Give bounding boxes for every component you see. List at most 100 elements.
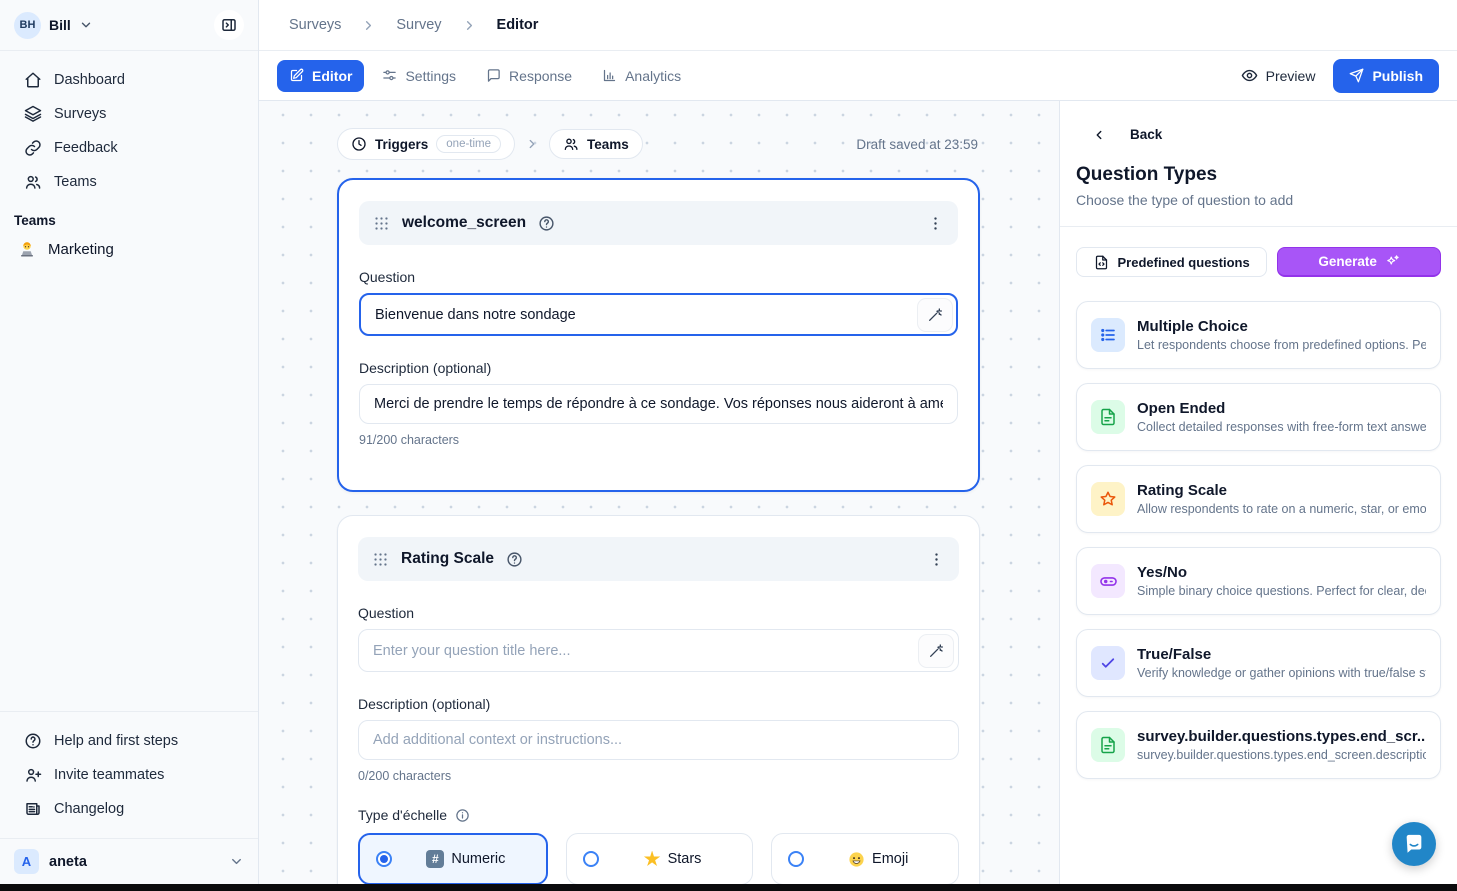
tab-label: Analytics (625, 68, 681, 84)
info-icon[interactable] (455, 808, 470, 823)
publish-button[interactable]: Publish (1333, 59, 1439, 93)
breadcrumb-survey[interactable]: Survey (396, 17, 441, 33)
char-count: 91/200 characters (359, 433, 958, 447)
account-avatar: A (14, 849, 39, 874)
list-icon (1091, 318, 1125, 352)
scale-option-label: Stars (668, 851, 702, 867)
scale-option-emoji[interactable]: Emoji (771, 833, 959, 884)
layers-icon (24, 105, 42, 123)
scale-option-label: Numeric (451, 851, 505, 867)
message-icon (486, 68, 501, 83)
sidebar-item-changelog[interactable]: Changelog (10, 792, 248, 826)
scale-option-numeric[interactable]: # Numeric (358, 833, 548, 884)
drag-handle-icon[interactable] (373, 215, 390, 232)
radio-unselected[interactable] (583, 851, 599, 867)
type-name: Rating Scale (1137, 482, 1426, 499)
file-text-icon (1091, 728, 1125, 762)
question-label: Question (358, 605, 959, 621)
question-type-true-false[interactable]: True/False Verify knowledge or gather op… (1076, 629, 1441, 697)
scale-option-stars[interactable]: Stars (566, 833, 754, 884)
window-bottom-edge (0, 884, 1457, 891)
sidebar-item-dashboard[interactable]: Dashboard (10, 63, 248, 97)
drag-handle-icon[interactable] (372, 551, 389, 568)
tab-label: Response (509, 68, 572, 84)
sidebar-item-label: Changelog (54, 801, 124, 817)
account-switcher[interactable]: A aneta (0, 838, 258, 884)
question-card-header[interactable]: Rating Scale (358, 537, 959, 581)
triggers-chip[interactable]: Triggers one-time (337, 128, 515, 160)
magic-wand-button[interactable] (918, 634, 954, 668)
editor-toolbar: Editor Settings Response Analytics (259, 51, 1457, 101)
chevron-right-icon (525, 137, 539, 151)
radio-unselected[interactable] (788, 851, 804, 867)
card-menu-button[interactable] (928, 551, 945, 568)
smiley-emoji (848, 851, 865, 868)
radio-selected[interactable] (376, 851, 392, 867)
description-label: Description (optional) (359, 360, 958, 376)
predefined-questions-button[interactable]: Predefined questions (1076, 247, 1267, 277)
sliders-icon (382, 68, 397, 83)
type-description: Verify knowledge or gather opinions with… (1137, 666, 1426, 680)
breadcrumb-editor[interactable]: Editor (497, 17, 539, 33)
check-icon (1091, 646, 1125, 680)
tab-response[interactable]: Response (474, 60, 584, 92)
generate-button[interactable]: Generate (1277, 247, 1441, 277)
chevron-down-icon (79, 18, 93, 32)
question-card-title: welcome_screen (402, 214, 526, 232)
type-description: Collect detailed responses with free-for… (1137, 420, 1426, 434)
sidebar-item-surveys[interactable]: Surveys (10, 97, 248, 131)
scale-type-label-text: Type d'échelle (358, 807, 447, 823)
question-card-header[interactable]: welcome_screen (359, 201, 958, 245)
question-description-input[interactable] (359, 384, 958, 424)
users-icon (563, 136, 579, 152)
workspace-name: Bill (49, 17, 71, 33)
tab-analytics[interactable]: Analytics (590, 60, 693, 92)
question-type-yes-no[interactable]: Yes/No Simple binary choice questions. P… (1076, 547, 1441, 615)
type-name: True/False (1137, 646, 1426, 663)
sidebar-item-teams[interactable]: Teams (10, 165, 248, 199)
sidebar-toggle-button[interactable] (214, 10, 244, 40)
scale-type-options: # Numeric Stars (358, 833, 959, 884)
sidebar-item-feedback[interactable]: Feedback (10, 131, 248, 165)
sidebar-item-invite[interactable]: Invite teammates (10, 758, 248, 792)
teams-chip[interactable]: Teams (549, 129, 643, 159)
card-menu-button[interactable] (927, 215, 944, 232)
sidebar-footer: Help and first steps Invite teammates Ch… (0, 711, 258, 838)
help-circle-icon[interactable] (538, 215, 555, 232)
preview-button[interactable]: Preview (1241, 67, 1316, 84)
edit-icon (289, 68, 304, 83)
question-title-input[interactable] (359, 293, 958, 336)
sidebar-item-help[interactable]: Help and first steps (10, 724, 248, 758)
question-card-rating-scale[interactable]: Rating Scale Question Description (opti (337, 515, 980, 884)
magic-wand-button[interactable] (917, 298, 953, 332)
question-description-input[interactable] (358, 720, 959, 760)
question-type-rating-scale[interactable]: Rating Scale Allow respondents to rate o… (1076, 465, 1441, 533)
preview-label: Preview (1266, 68, 1316, 84)
tab-settings[interactable]: Settings (370, 60, 468, 92)
clock-icon (351, 136, 367, 152)
workspace-switcher[interactable]: BH Bill (0, 0, 258, 51)
question-type-multiple-choice[interactable]: Multiple Choice Let respondents choose f… (1076, 301, 1441, 369)
sidebar: BH Bill Dashboard Surv (0, 0, 259, 884)
triggers-chip-label: Triggers (375, 137, 428, 152)
question-title-input[interactable] (358, 629, 959, 672)
question-card-welcome-screen[interactable]: welcome_screen Question Description (op (337, 178, 980, 492)
tab-label: Editor (312, 68, 352, 84)
chat-launcher-button[interactable] (1392, 822, 1436, 866)
home-icon (24, 71, 42, 89)
type-description: survey.builder.questions.types.end_scree… (1137, 748, 1426, 762)
help-circle-icon[interactable] (506, 551, 523, 568)
sidebar-item-team-marketing[interactable]: Marketing (0, 232, 258, 266)
tab-editor[interactable]: Editor (277, 60, 364, 92)
breadcrumb-surveys[interactable]: Surveys (289, 17, 341, 33)
newspaper-icon (24, 800, 42, 818)
question-label: Question (359, 269, 958, 285)
question-type-open-ended[interactable]: Open Ended Collect detailed responses wi… (1076, 383, 1441, 451)
back-button[interactable]: Back (1060, 101, 1457, 142)
panel-toggle-icon (220, 16, 238, 34)
panel-subtitle: Choose the type of question to add (1060, 186, 1457, 226)
sidebar-item-label: Teams (54, 174, 97, 190)
help-circle-icon (24, 732, 42, 750)
question-type-end-screen[interactable]: survey.builder.questions.types.end_scr..… (1076, 711, 1441, 779)
technologist-emoji (18, 240, 36, 258)
